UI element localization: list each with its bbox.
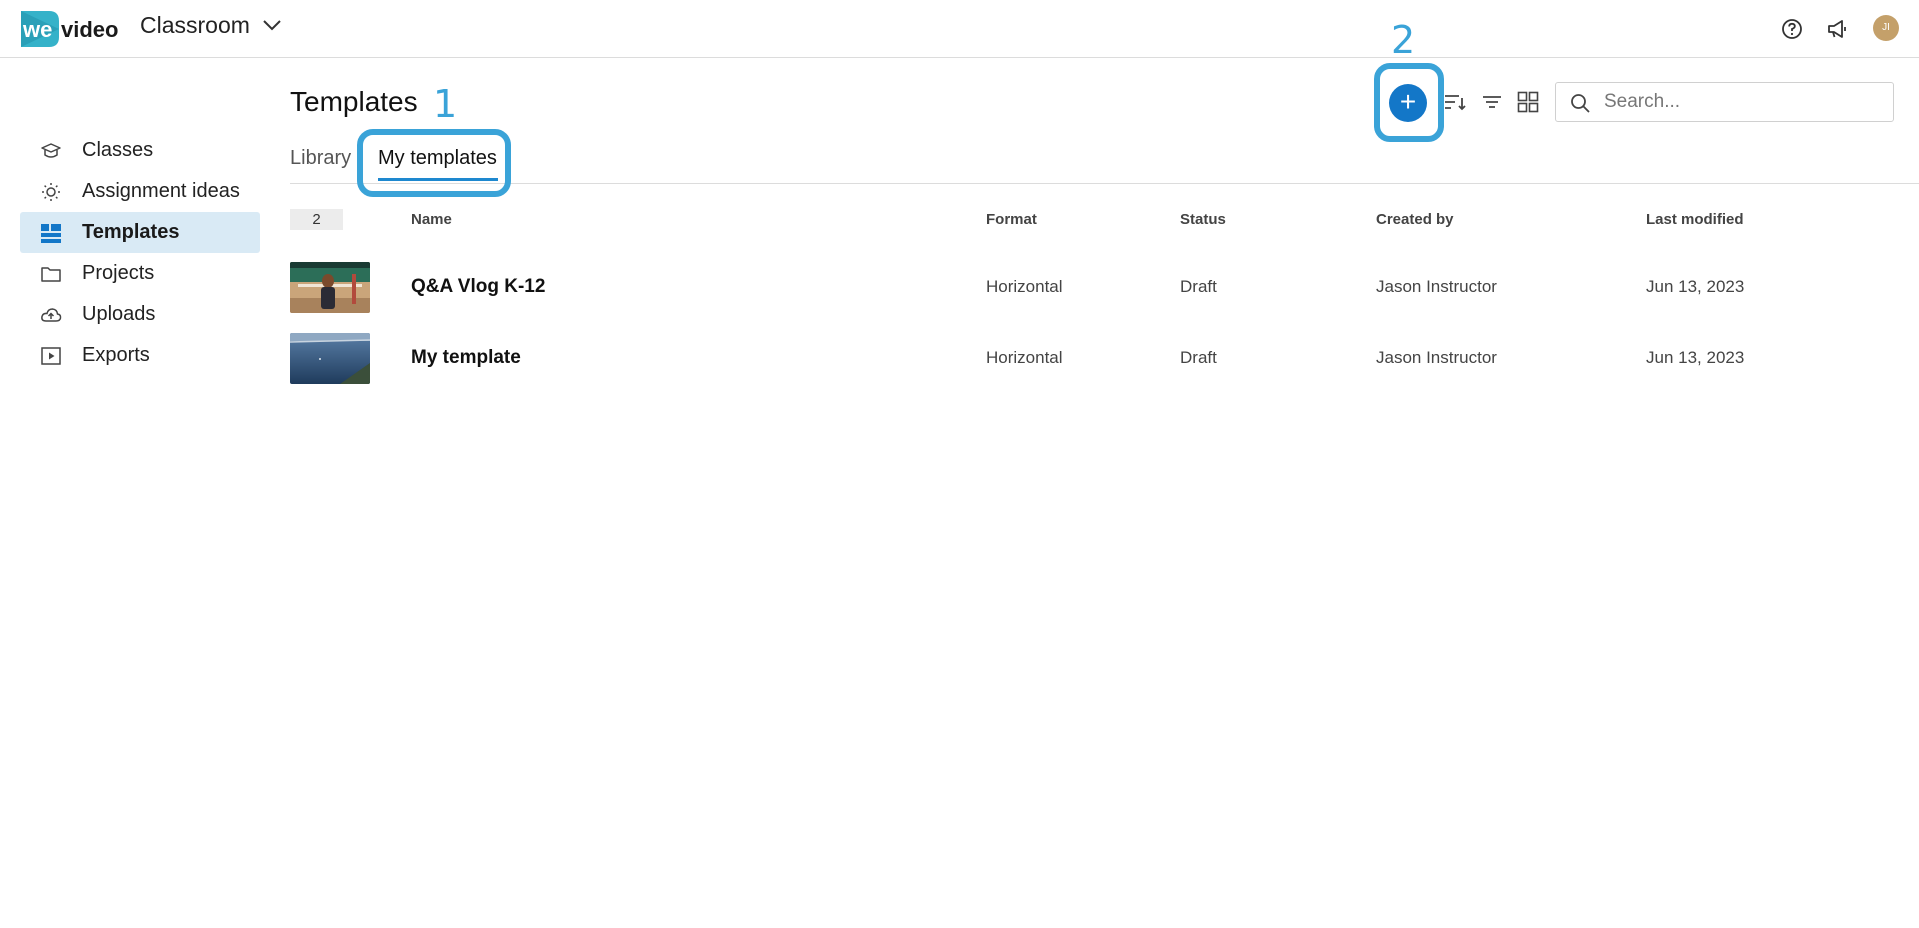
column-header-last-modified[interactable]: Last modified [1646, 211, 1744, 228]
templates-icon [41, 223, 61, 243]
sidebar: Classes Assignment ideas Templates Proje… [20, 130, 260, 376]
help-icon[interactable] [1781, 18, 1803, 40]
play-box-icon [41, 346, 61, 365]
folder-icon [41, 266, 61, 282]
grid-view-icon[interactable] [1515, 89, 1541, 115]
sidebar-item-uploads[interactable]: Uploads [20, 294, 260, 335]
callout-number-1: 1 [433, 82, 458, 126]
column-header-format[interactable]: Format [986, 211, 1037, 228]
template-thumbnail [290, 333, 370, 384]
sidebar-item-assignment-ideas[interactable]: Assignment ideas [20, 171, 260, 212]
wevideo-logo[interactable]: we video [19, 9, 125, 49]
search-input[interactable] [1604, 83, 1884, 121]
column-header-name[interactable]: Name [411, 211, 452, 228]
table-row[interactable]: Q&A Vlog K-12 Horizontal Draft Jason Ins… [290, 262, 1919, 314]
sidebar-item-templates[interactable]: Templates [20, 212, 260, 253]
svg-text:video: video [61, 17, 118, 42]
sort-icon[interactable] [1442, 89, 1468, 115]
column-header-created-by[interactable]: Created by [1376, 211, 1454, 228]
sidebar-item-label: Projects [82, 262, 155, 284]
item-count-badge: 2 [290, 209, 343, 230]
sidebar-item-exports[interactable]: Exports [20, 335, 260, 376]
sidebar-item-label: Assignment ideas [82, 180, 240, 202]
template-name[interactable]: Q&A Vlog K-12 [411, 276, 545, 298]
sidebar-item-classes[interactable]: Classes [20, 130, 260, 171]
sidebar-item-label: Templates [82, 221, 180, 243]
megaphone-icon[interactable] [1826, 18, 1848, 40]
search-box [1555, 82, 1894, 122]
template-thumbnail [290, 262, 370, 313]
template-status: Draft [1180, 348, 1217, 367]
filter-icon[interactable] [1479, 89, 1505, 115]
lightbulb-icon [42, 182, 60, 201]
avatar[interactable]: JI [1873, 15, 1899, 41]
template-format: Horizontal [986, 277, 1063, 296]
callout-highlight-tab [357, 129, 511, 197]
sidebar-item-projects[interactable]: Projects [20, 253, 260, 294]
add-template-button[interactable]: + [1389, 84, 1427, 122]
search-icon [1571, 94, 1590, 113]
template-status: Draft [1180, 277, 1217, 296]
graduation-cap-icon [41, 142, 61, 158]
template-created-by: Jason Instructor [1376, 348, 1497, 367]
sidebar-item-label: Uploads [82, 303, 156, 325]
callout-number-2: 2 [1391, 18, 1416, 62]
sidebar-item-label: Classes [82, 139, 154, 161]
top-bar: we video Classroom JI [0, 0, 1919, 58]
template-format: Horizontal [986, 348, 1063, 367]
template-created-by: Jason Instructor [1376, 277, 1497, 296]
tabs-divider [290, 183, 1919, 184]
cloud-upload-icon [41, 307, 62, 322]
page-title: Templates [290, 86, 418, 117]
chevron-down-icon[interactable] [262, 18, 282, 32]
template-last-modified: Jun 13, 2023 [1646, 348, 1745, 367]
workspace-name[interactable]: Classroom [140, 12, 250, 39]
template-last-modified: Jun 13, 2023 [1646, 277, 1745, 296]
tab-library[interactable]: Library [290, 147, 351, 170]
table-row[interactable]: My template Horizontal Draft Jason Instr… [290, 333, 1919, 385]
template-name[interactable]: My template [411, 347, 521, 369]
sidebar-item-label: Exports [82, 344, 150, 366]
svg-text:we: we [22, 17, 52, 42]
column-header-status[interactable]: Status [1180, 211, 1226, 228]
